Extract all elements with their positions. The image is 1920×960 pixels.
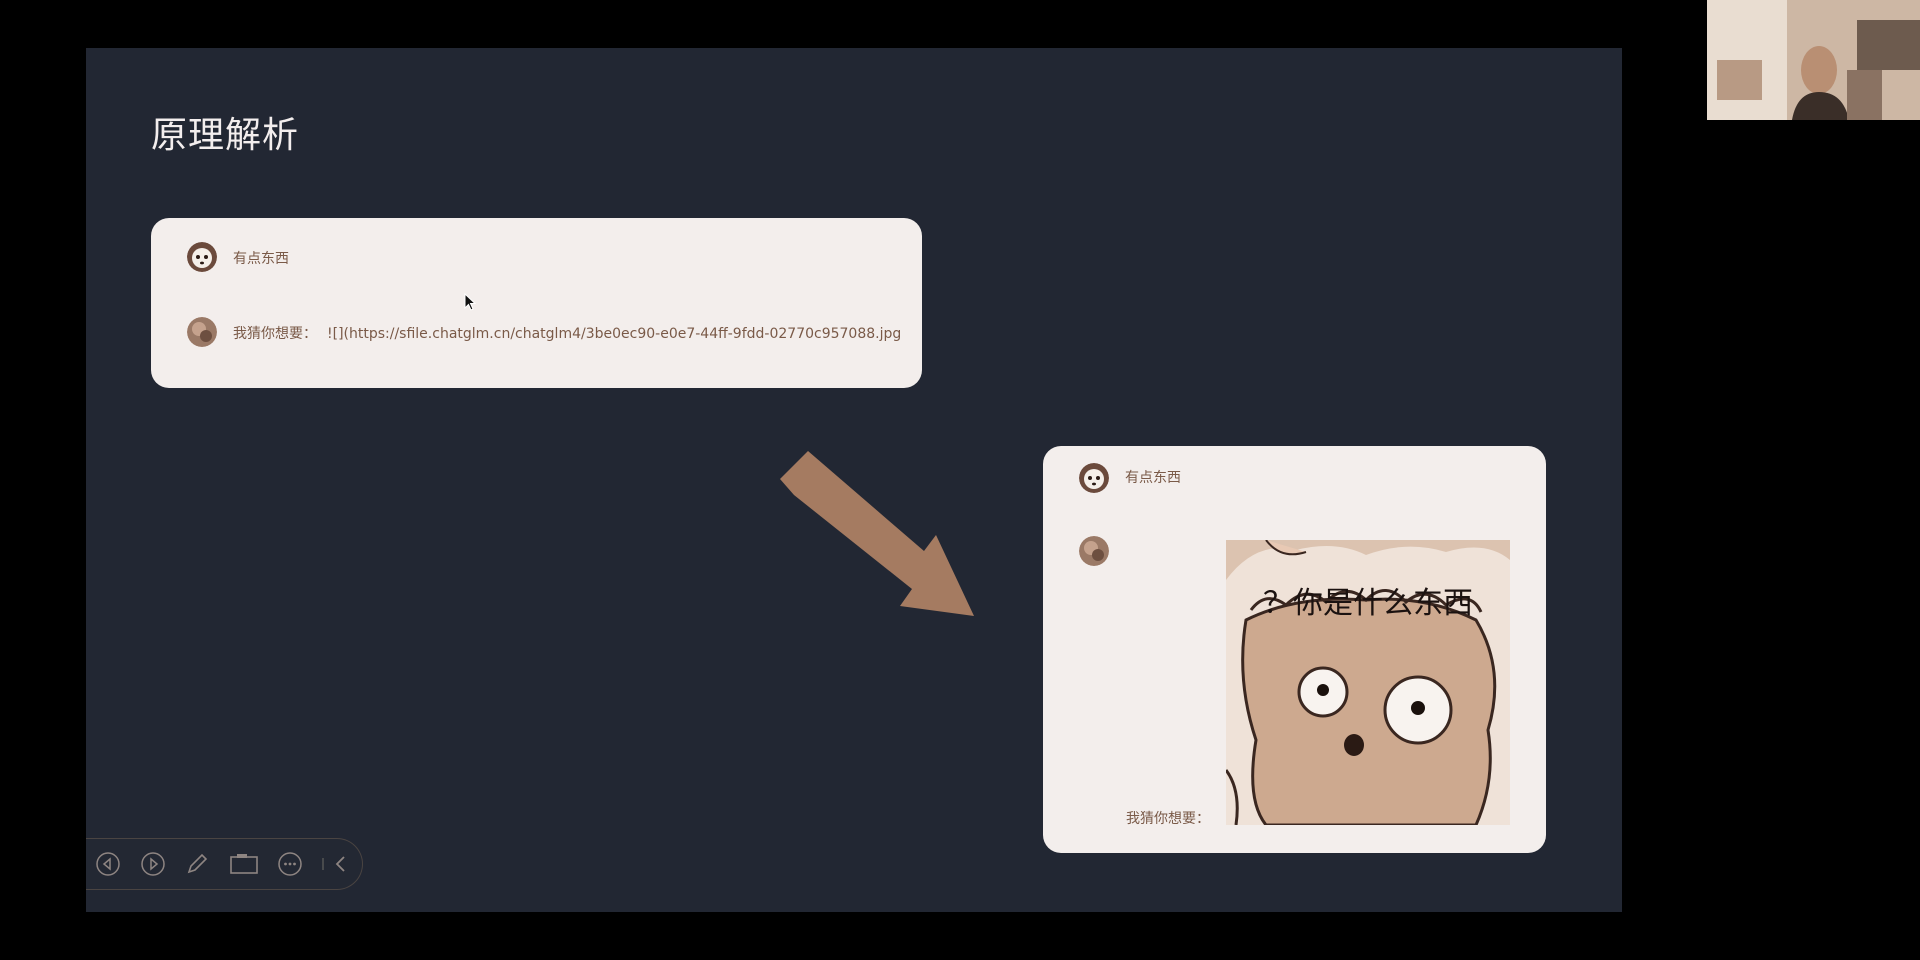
user-avatar xyxy=(187,242,217,272)
slide-title: 原理解析 xyxy=(151,115,300,156)
presenter-video-icon xyxy=(1707,0,1920,120)
bot-reply-prefix: 我猜你想要： xyxy=(1126,811,1210,827)
user-name: 有点东西 xyxy=(1125,470,1181,486)
prev-icon[interactable] xyxy=(96,852,120,876)
chat-card-raw-link: 有点东西 我猜你想要： ![](https://sfile.chatglm.cn/… xyxy=(151,218,922,388)
toolbar-divider xyxy=(318,852,328,876)
image-caption: ？你是什么东西 xyxy=(1263,586,1473,621)
image-markdown-link[interactable]: ![](https://sfile.chatglm.cn/chatglm4/3b… xyxy=(327,326,901,342)
bot-reply: 我猜你想要： ![](https://sfile.chatglm.cn/chatg… xyxy=(233,323,901,343)
camera-icon[interactable] xyxy=(229,852,261,876)
transform-arrow xyxy=(780,441,976,622)
presentation-toolbar xyxy=(86,838,363,890)
bot-avatar xyxy=(1079,536,1109,566)
more-icon[interactable] xyxy=(278,852,302,876)
collapse-icon[interactable] xyxy=(329,852,353,876)
webcam-video-overlay xyxy=(1707,0,1920,120)
mouse-cursor-icon xyxy=(464,292,477,315)
meme-image[interactable]: ？你是什么东西 xyxy=(1226,540,1510,825)
pen-icon[interactable] xyxy=(185,852,209,876)
chat-card-rendered-image: 有点东西 ？你是什么东西 我猜你想要： xyxy=(1043,446,1546,853)
user-name: 有点东西 xyxy=(233,251,289,267)
bot-avatar xyxy=(187,317,217,347)
next-icon[interactable] xyxy=(141,852,165,876)
user-avatar xyxy=(1079,463,1109,493)
bot-reply-prefix: 我猜你想要： xyxy=(233,326,317,342)
presentation-slide: 原理解析 有点东西 我猜你想要： ![](https://sfile.chatgl… xyxy=(86,48,1622,912)
